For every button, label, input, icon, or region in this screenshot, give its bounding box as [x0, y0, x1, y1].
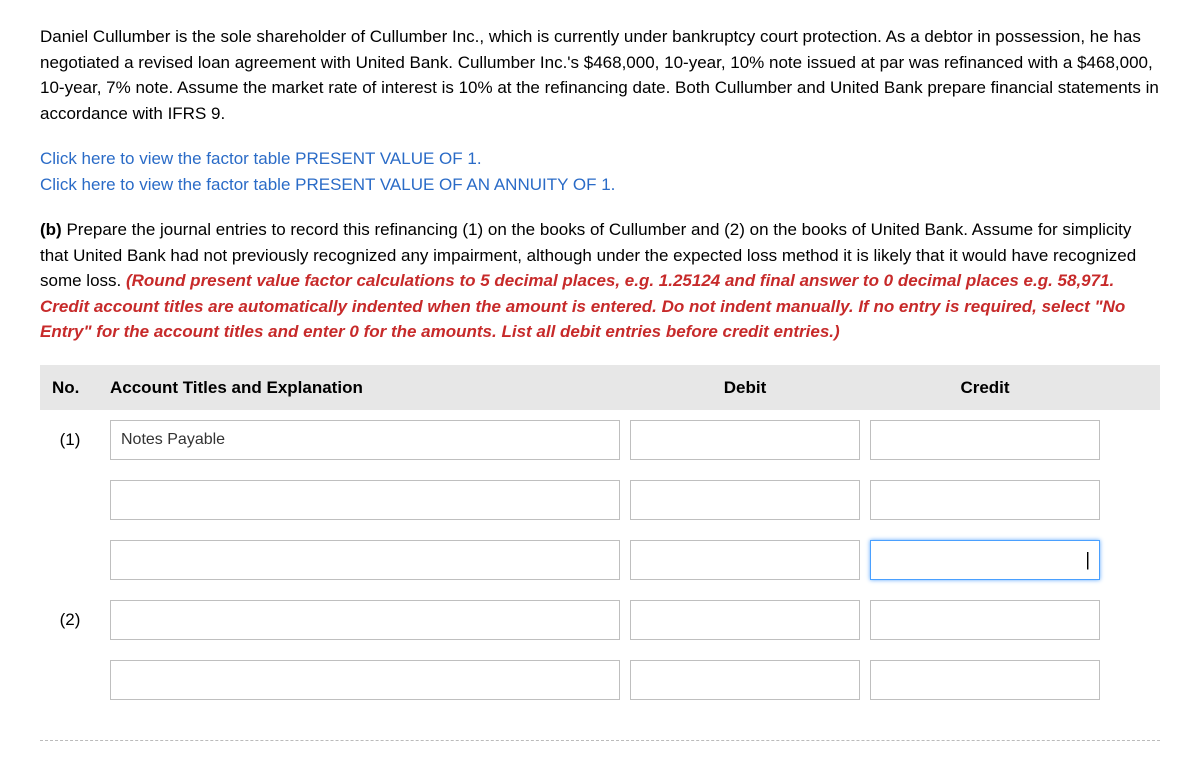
credit-input[interactable] — [870, 540, 1100, 580]
header-debit: Debit — [630, 375, 860, 401]
credit-input[interactable] — [870, 480, 1100, 520]
account-title-input[interactable] — [110, 420, 620, 460]
credit-input[interactable] — [870, 600, 1100, 640]
part-b-instructions: (b) Prepare the journal entries to recor… — [40, 217, 1160, 345]
table-row — [40, 470, 1160, 530]
table-row — [40, 650, 1160, 710]
debit-input[interactable] — [630, 540, 860, 580]
credit-input[interactable] — [870, 660, 1100, 700]
part-b-label: (b) — [40, 220, 66, 239]
link-pv-annuity-of-1[interactable]: Click here to view the factor table PRES… — [40, 172, 1160, 198]
row-number: (2) — [40, 607, 100, 633]
table-bottom-divider — [40, 740, 1160, 741]
journal-entry-table: No. Account Titles and Explanation Debit… — [40, 365, 1160, 742]
debit-input[interactable] — [630, 480, 860, 520]
problem-paragraph: Daniel Cullumber is the sole shareholder… — [40, 24, 1160, 126]
factor-table-links: Click here to view the factor table PRES… — [40, 146, 1160, 197]
problem-text-body: Daniel Cullumber is the sole shareholder… — [40, 27, 1159, 123]
account-title-input[interactable] — [110, 660, 620, 700]
row-number: (1) — [40, 427, 100, 453]
table-row: (2) — [40, 590, 1160, 650]
part-b-red-instructions: (Round present value factor calculations… — [40, 271, 1125, 341]
account-title-input[interactable] — [110, 540, 620, 580]
debit-input[interactable] — [630, 660, 860, 700]
table-row — [40, 530, 1160, 590]
credit-input[interactable] — [870, 420, 1100, 460]
header-title: Account Titles and Explanation — [110, 375, 620, 401]
debit-input[interactable] — [630, 420, 860, 460]
link-pv-of-1[interactable]: Click here to view the factor table PRES… — [40, 146, 1160, 172]
table-row: (1) — [40, 410, 1160, 470]
header-credit: Credit — [870, 375, 1100, 401]
header-no: No. — [40, 375, 100, 401]
account-title-input[interactable] — [110, 480, 620, 520]
account-title-input[interactable] — [110, 600, 620, 640]
debit-input[interactable] — [630, 600, 860, 640]
table-header-row: No. Account Titles and Explanation Debit… — [40, 365, 1160, 411]
